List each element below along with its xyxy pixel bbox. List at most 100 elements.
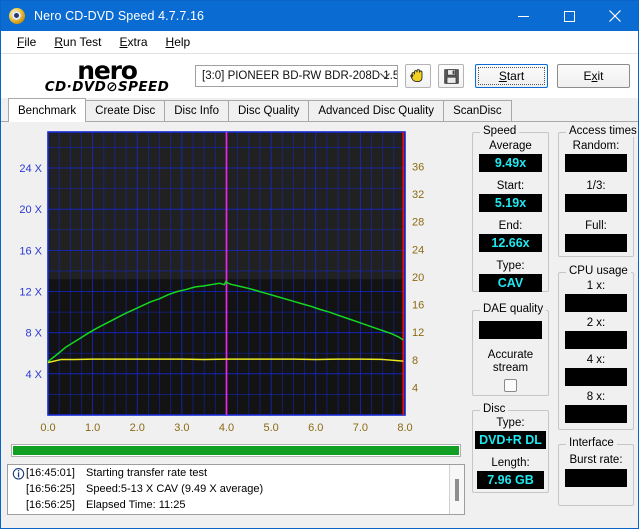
x-axis-tick: 0.0 bbox=[40, 422, 55, 434]
x-axis-tick: 5.0 bbox=[263, 422, 278, 434]
burst-rate-label: Burst rate: bbox=[569, 454, 623, 466]
access-random-label: Random: bbox=[572, 140, 620, 152]
tab-disc-quality-label: Disc Quality bbox=[238, 105, 300, 117]
accurate-stream-checkbox[interactable] bbox=[504, 379, 517, 392]
y-axis-right-tick: 16 bbox=[412, 300, 424, 312]
y-axis-left-tick: 8 X bbox=[25, 328, 42, 340]
minimize-button[interactable] bbox=[500, 1, 546, 31]
tab-strip: Benchmark Create Disc Disc Info Disc Qua… bbox=[1, 98, 638, 122]
floppy-disk-icon bbox=[443, 68, 459, 84]
chevron-down-icon bbox=[380, 73, 390, 79]
x-axis-tick: 8.0 bbox=[397, 422, 412, 434]
cpu-1x-value bbox=[565, 294, 627, 312]
dae-quality-group: DAE quality Accurate stream bbox=[472, 303, 549, 396]
x-axis-tick: 3.0 bbox=[174, 422, 189, 434]
tab-disc-quality[interactable]: Disc Quality bbox=[228, 100, 310, 121]
log-message: Speed:5-13 X CAV (9.49 X average) bbox=[86, 483, 264, 495]
menu-file-label-rest: ile bbox=[24, 35, 37, 49]
tab-scandisc[interactable]: ScanDisc bbox=[443, 100, 512, 121]
access-full-label: Full: bbox=[585, 220, 607, 232]
log-scrollbar[interactable] bbox=[449, 465, 464, 514]
disc-group-legend: Disc bbox=[480, 403, 509, 415]
minimize-icon bbox=[517, 15, 529, 17]
maximize-button[interactable] bbox=[546, 1, 592, 31]
close-icon bbox=[609, 10, 621, 22]
disc-length-label: Length: bbox=[491, 457, 530, 469]
tab-benchmark[interactable]: Benchmark bbox=[8, 98, 87, 122]
save-button[interactable] bbox=[438, 64, 464, 88]
hand-icon bbox=[410, 69, 423, 83]
x-axis-tick: 1.0 bbox=[85, 422, 100, 434]
log-timestamp: [16:45:01] bbox=[26, 467, 75, 479]
y-axis-right-tick: 36 bbox=[412, 162, 424, 174]
tab-advanced-disc-quality[interactable]: Advanced Disc Quality bbox=[308, 100, 445, 121]
focus-ring bbox=[478, 67, 545, 85]
disc-group: Disc Type: DVD+R DL Length: 7.96 GB bbox=[472, 403, 549, 493]
dae-quality-value bbox=[479, 321, 542, 339]
y-axis-right-tick: 28 bbox=[412, 217, 424, 229]
log-scrollbar-thumb[interactable] bbox=[455, 479, 459, 501]
benchmark-panel: 4 X 8 X 12 X 16 X 20 X 24 X 4 8 12 16 20 24 28 32 36 0.… bbox=[1, 122, 638, 528]
cpu-2x-label: 2 x: bbox=[586, 317, 606, 329]
menu-help[interactable]: Help bbox=[157, 33, 200, 51]
y-axis-left-tick: 12 X bbox=[19, 287, 42, 299]
transfer-rate-chart-svg: 4 X 8 X 12 X 16 X 20 X 24 X 4 8 12 16 20 24 28 32 36 0.… bbox=[19, 131, 424, 434]
log-timestamp: [16:56:25] bbox=[26, 483, 75, 495]
speed-group: Speed Average 9.49x Start: 5.19x End: 12… bbox=[472, 125, 549, 292]
speed-average-label: Average bbox=[489, 140, 532, 152]
transfer-rate-chart: 4 X 8 X 12 X 16 X 20 X 24 X 4 8 12 16 20 24 28 32 36 0.… bbox=[7, 126, 465, 444]
info-icon bbox=[12, 467, 25, 480]
close-button[interactable] bbox=[592, 1, 638, 31]
start-button[interactable]: Start bbox=[475, 64, 548, 88]
disc-length-value: 7.96 GB bbox=[477, 471, 544, 489]
eject-button[interactable] bbox=[405, 64, 431, 88]
log-message: Elapsed Time: 11:25 bbox=[86, 499, 186, 511]
exit-button[interactable]: Exit bbox=[557, 64, 630, 88]
menu-extra[interactable]: Extra bbox=[111, 33, 157, 51]
y-axis-right-tick: 32 bbox=[412, 189, 424, 201]
progress-bar bbox=[11, 444, 461, 457]
log-panel[interactable]: [16:45:01] Starting transfer rate test [… bbox=[7, 464, 465, 515]
y-axis-right-tick: 12 bbox=[412, 327, 424, 339]
menu-file[interactable]: File bbox=[8, 33, 45, 51]
log-row: [16:45:01] Starting transfer rate test bbox=[8, 465, 464, 481]
tab-disc-info[interactable]: Disc Info bbox=[164, 100, 229, 121]
log-timestamp: [16:56:25] bbox=[26, 499, 75, 511]
menu-run-test-label-rest: un Test bbox=[63, 35, 102, 49]
disc-type-value: DVD+R DL bbox=[475, 431, 546, 449]
menu-extra-label-rest: xtra bbox=[127, 35, 148, 49]
maximize-icon bbox=[563, 10, 575, 22]
nero-cd-dvd-speed-window: Nero CD-DVD Speed 4.7.7.16 File Run Test… bbox=[0, 0, 639, 529]
nero-logo: nero CD·DVD⊘SPEED bbox=[33, 58, 181, 95]
speed-group-legend: Speed bbox=[480, 125, 520, 137]
x-axis-tick: 6.0 bbox=[308, 422, 323, 434]
tab-disc-info-label: Disc Info bbox=[174, 105, 219, 117]
y-axis-right-tick: 24 bbox=[412, 244, 424, 256]
log-row: [16:56:25] Elapsed Time: 11:25 bbox=[8, 497, 464, 513]
tab-advanced-disc-quality-label: Advanced Disc Quality bbox=[318, 105, 435, 117]
accurate-stream-label-line1: Accurate bbox=[487, 349, 534, 361]
y-axis-right-tick: 20 bbox=[412, 272, 424, 284]
burst-rate-value bbox=[565, 469, 627, 487]
access-times-group-legend: Access times bbox=[566, 125, 638, 137]
y-axis-right-tick: 4 bbox=[412, 382, 418, 394]
y-axis-right-tick: 8 bbox=[412, 355, 418, 367]
log-message: Starting transfer rate test bbox=[86, 467, 208, 479]
access-full-value bbox=[565, 234, 627, 252]
menu-help-label-rest: elp bbox=[174, 35, 191, 49]
toolbar: nero CD·DVD⊘SPEED [3:0] PIONEER BD-RW BD… bbox=[1, 54, 638, 98]
y-axis-left-tick: 4 X bbox=[25, 369, 42, 381]
tab-create-disc-label: Create Disc bbox=[95, 105, 156, 117]
speed-type-value: CAV bbox=[479, 274, 542, 292]
menu-bar: File Run Test Extra Help bbox=[1, 31, 638, 54]
x-axis-tick: 4.0 bbox=[219, 422, 234, 434]
drive-select[interactable]: [3:0] PIONEER BD-RW BDR-208D 1.50 bbox=[195, 65, 398, 87]
y-axis-left-tick: 24 X bbox=[19, 163, 42, 175]
cpu-usage-group-legend: CPU usage bbox=[566, 265, 631, 277]
tab-create-disc[interactable]: Create Disc bbox=[85, 100, 166, 121]
speed-end-value: 12.66x bbox=[479, 234, 542, 252]
access-random-value bbox=[565, 154, 627, 172]
cpu-1x-label: 1 x: bbox=[586, 280, 606, 292]
x-axis-tick: 2.0 bbox=[130, 422, 145, 434]
menu-run-test[interactable]: Run Test bbox=[45, 33, 110, 51]
